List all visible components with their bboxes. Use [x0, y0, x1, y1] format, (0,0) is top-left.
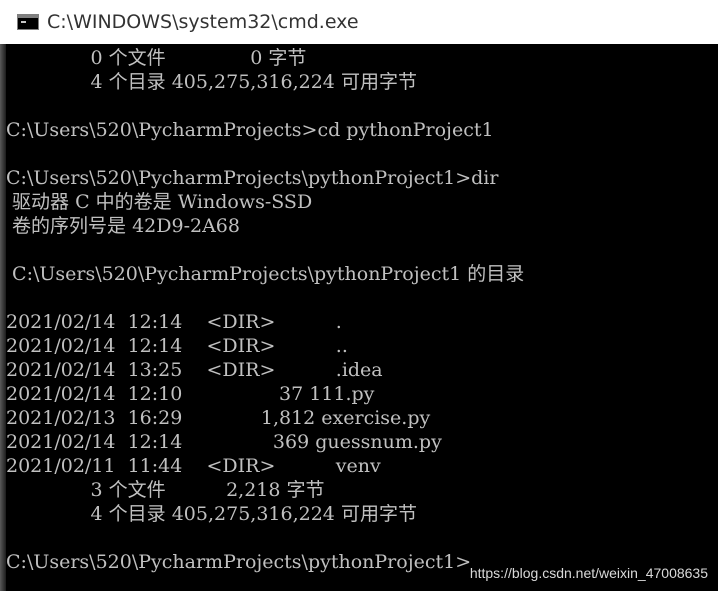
window-title: C:\WINDOWS\system32\cmd.exe: [47, 11, 359, 33]
title-bar[interactable]: C:\WINDOWS\system32\cmd.exe: [0, 0, 718, 44]
console-line: C:\Users\520\PycharmProjects\pythonProje…: [6, 167, 499, 189]
console-line: 2021/02/14 12:14 369 guessnum.py: [6, 431, 442, 453]
cmd-window: C:\WINDOWS\system32\cmd.exe 0 个文件 0 字节 4…: [0, 0, 718, 591]
console-line: 0 个文件 0 字节: [6, 47, 307, 69]
console-line: 卷的序列号是 42D9-2A68: [6, 215, 240, 237]
console-line: 2021/02/14 13:25 <DIR> .idea: [6, 359, 383, 381]
console-line: 4 个目录 405,275,316,224 可用字节: [6, 503, 417, 525]
console-line: 2021/02/13 16:29 1,812 exercise.py: [6, 407, 431, 429]
console-line: 3 个文件 2,218 字节: [6, 479, 325, 501]
console-line: 2021/02/11 11:44 <DIR> venv: [6, 455, 381, 477]
console-output[interactable]: 0 个文件 0 字节 4 个目录 405,275,316,224 可用字节 C:\…: [6, 44, 718, 591]
console-line: 驱动器 C 中的卷是 Windows-SSD: [6, 191, 313, 213]
console-line: 2021/02/14 12:10 37 111.py: [6, 383, 375, 405]
console-line: C:\Users\520\PycharmProjects\pythonProje…: [6, 551, 472, 573]
console-line: 4 个目录 405,275,316,224 可用字节: [6, 71, 417, 93]
watermark-url: https://blog.csdn.net/weixin_47008635: [469, 565, 708, 581]
console-line: C:\Users\520\PycharmProjects\pythonProje…: [6, 263, 525, 285]
console-icon: [17, 14, 39, 30]
console-line: 2021/02/14 12:14 <DIR> .: [6, 311, 342, 333]
console-line: 2021/02/14 12:14 <DIR> ..: [6, 335, 348, 357]
console-line: C:\Users\520\PycharmProjects>cd pythonPr…: [6, 119, 494, 141]
